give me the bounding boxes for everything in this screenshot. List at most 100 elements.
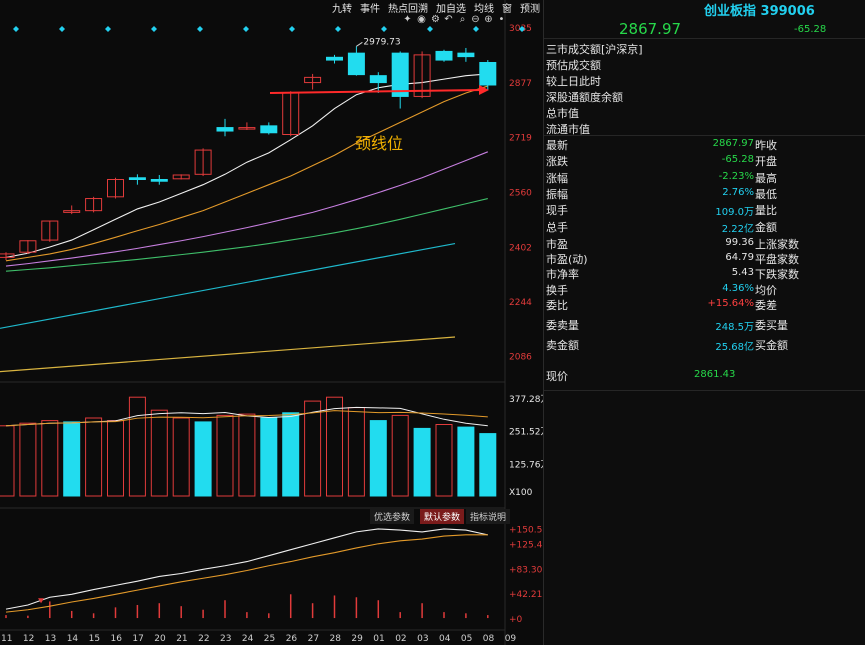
stat-label: 市净率	[546, 268, 579, 282]
index-price: 2867.97	[619, 20, 682, 38]
volume-bar	[19, 422, 37, 497]
volume-bar	[128, 396, 146, 497]
date-tick-label: 26	[286, 634, 298, 644]
date-tick-label: 27	[308, 634, 319, 644]
volume-bar	[260, 417, 278, 497]
candle-body	[150, 179, 168, 182]
search-icon[interactable]: ⌕	[457, 14, 468, 25]
stat-label-right: 委买量	[755, 319, 788, 332]
toolbar-forecast[interactable]: 预测	[520, 0, 540, 15]
stat-label-right: 金额	[755, 220, 777, 234]
signal-marker	[105, 26, 111, 32]
stat-label: 卖金额	[546, 339, 579, 352]
stat-label: 最新	[546, 139, 568, 152]
stat-value: 109.0万	[715, 207, 754, 219]
volume-bar	[85, 417, 103, 497]
date-tick-label: 29	[351, 634, 363, 644]
stat-label-right: 量比	[755, 204, 777, 218]
indicator-tick-label: +0	[509, 615, 523, 625]
signal-marker	[197, 26, 203, 32]
price-tick-label: 2086	[509, 353, 532, 363]
signal-marker	[473, 26, 479, 32]
indicator-line	[5, 534, 488, 613]
price-tick-label: 2560	[509, 189, 532, 199]
quote-field-label: 较上日此时	[546, 75, 601, 88]
quote-field-label: 三市成交额[沪深京]	[546, 43, 643, 56]
toolbar-nine-turn[interactable]: 九转	[332, 0, 352, 15]
peak-leader	[356, 41, 363, 47]
signal-marker	[13, 26, 19, 32]
minus-icon[interactable]: ⊖	[470, 14, 481, 25]
volume-bar	[347, 407, 365, 497]
date-tick-label: 15	[89, 634, 100, 644]
ma-line	[5, 151, 489, 267]
toolbar-hotspot-review[interactable]: 热点回溯	[388, 0, 428, 15]
volume-tick-label: 125.76万	[509, 460, 543, 470]
volume-bar	[150, 409, 168, 497]
stat-label-right: 下跌家数	[755, 268, 799, 282]
date-tick-label: 17	[132, 634, 143, 644]
date-tick-label: 04	[439, 634, 451, 644]
date-tick-label: 24	[242, 634, 254, 644]
signal-marker	[427, 26, 433, 32]
candle-body	[128, 177, 146, 180]
stat-value: 99.36	[725, 237, 754, 248]
eye-icon[interactable]: ◉	[416, 14, 427, 25]
volume-bar	[172, 417, 190, 497]
optimized-params-button[interactable]: 优选参数	[370, 509, 415, 524]
undo-icon[interactable]: ↶	[443, 14, 454, 25]
stat-value: -2.23%	[718, 170, 754, 182]
volume-bar	[435, 424, 453, 497]
volume-tick-label: 377.28万	[509, 395, 543, 405]
stat-label-right: 均价	[755, 283, 777, 297]
stat-label-right: 买金额	[755, 339, 788, 352]
toolbar-add-watchlist[interactable]: 加自选	[436, 0, 466, 15]
kline-chart-area[interactable]: 30352877271925602402224420862979.73颈线位37…	[0, 0, 543, 645]
volume-bar	[369, 420, 387, 497]
stat-label-right: 开盘	[755, 155, 777, 169]
indicator-help-button[interactable]: 指标说明	[466, 509, 511, 524]
plus-icon[interactable]: ⊕	[483, 14, 494, 25]
volume-bar	[41, 420, 59, 497]
stat-value: +15.64%	[707, 298, 754, 309]
indicator-tick-label: +42.21	[509, 590, 542, 600]
candle-body	[457, 52, 475, 58]
default-params-button[interactable]: 默认参数	[420, 509, 465, 524]
volume-unit-label: X100	[509, 488, 533, 498]
toolbar-window[interactable]: 窗	[502, 0, 512, 15]
stat-value: 248.5万	[715, 322, 754, 333]
candle-body	[347, 52, 365, 76]
stat-label-right: 最高	[755, 171, 777, 185]
stat-label: 涨幅	[546, 171, 568, 185]
date-tick-label: 12	[23, 634, 34, 644]
volume-bar	[238, 413, 256, 497]
date-tick-label: 02	[395, 634, 406, 644]
candle-body	[326, 56, 343, 61]
candle-body	[216, 127, 234, 132]
date-tick-label: 14	[67, 634, 79, 644]
date-tick-label: 22	[198, 634, 209, 644]
stat-value: 2.22亿	[721, 223, 754, 235]
date-tick-label: 21	[176, 634, 187, 644]
long-ma-line	[0, 336, 456, 373]
volume-bar	[457, 426, 475, 497]
stat-label-right: 委差	[755, 299, 777, 312]
stat-value: 25.68亿	[715, 342, 754, 353]
candle-body	[260, 125, 278, 134]
toolbar-events[interactable]: 事件	[360, 0, 380, 15]
settings-icon[interactable]: ⚙	[430, 14, 441, 25]
stat-label: 市盈	[546, 238, 568, 251]
date-tick-label: 01	[373, 634, 384, 644]
price-tick-label: 2877	[509, 79, 532, 89]
indicator-tick-label: +150.5	[509, 526, 542, 536]
pin-icon[interactable]: ✦	[402, 14, 413, 25]
toolbar-moving-average[interactable]: 均线	[474, 0, 494, 15]
price-tick-label: 2244	[509, 298, 532, 308]
volume-bar	[63, 421, 81, 497]
stat-label: 市盈(动)	[546, 253, 588, 267]
date-tick-label: 13	[45, 634, 56, 644]
more-icon[interactable]: •	[496, 14, 507, 25]
stat-label-right: 昨收	[755, 139, 777, 152]
stat-value: 64.79	[725, 252, 754, 264]
stat-label: 委卖量	[546, 319, 579, 332]
